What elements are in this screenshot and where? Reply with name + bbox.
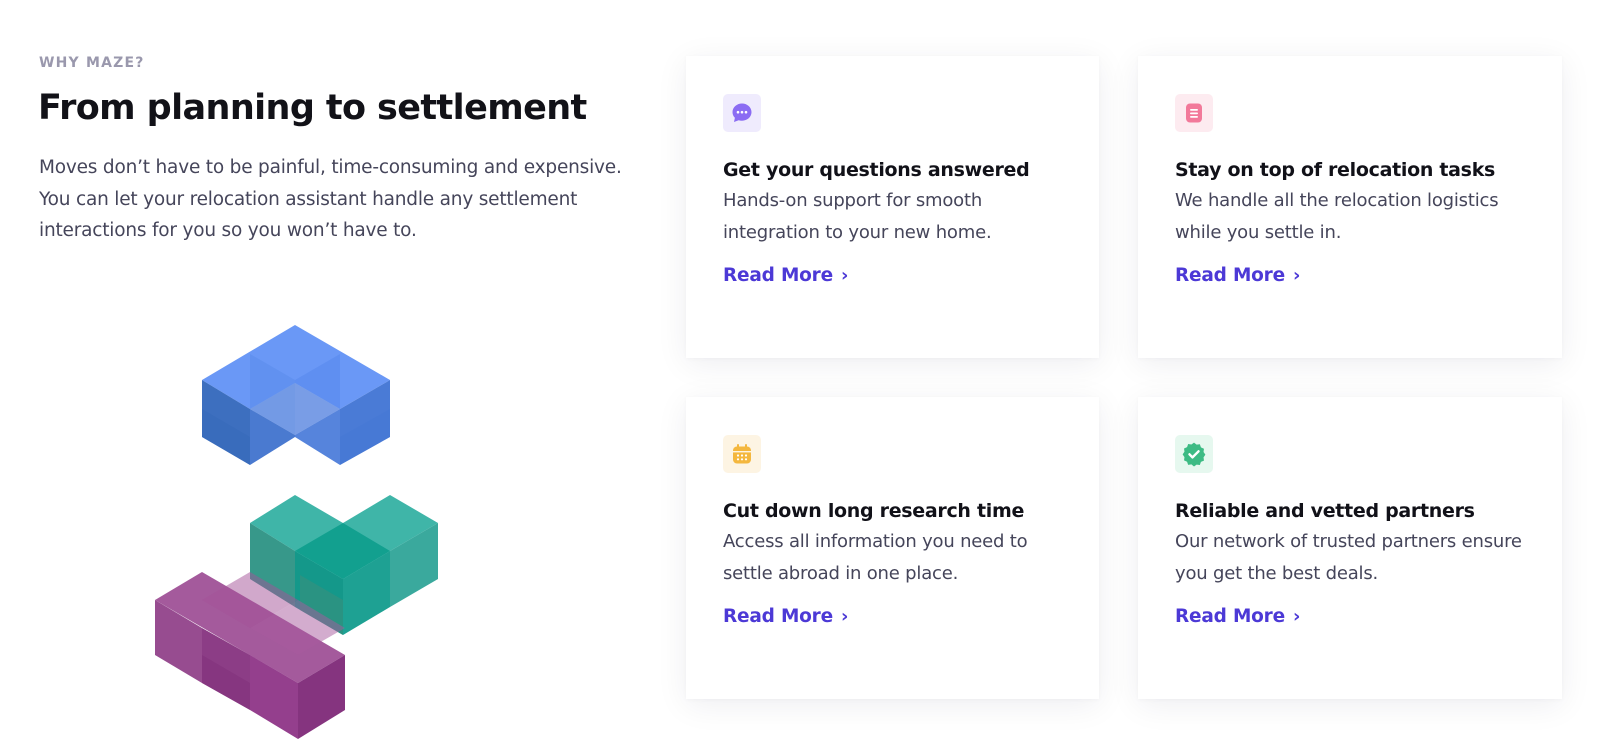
card-description: Access all information you need to settl… (723, 531, 1028, 584)
chevron-right-icon: › (1292, 264, 1301, 286)
icon-tile (723, 435, 761, 473)
feature-card-research: Cut down long research time Access all i… (686, 397, 1099, 699)
read-more-label: Read More (723, 606, 833, 627)
feature-card-partners: Reliable and vetted partners Our network… (1138, 397, 1562, 699)
calendar-icon (733, 444, 751, 464)
section-description: Moves don’t have to be painful, time-con… (39, 157, 622, 241)
read-more-link-tasks[interactable]: Read More › (1175, 265, 1300, 286)
read-more-link-research[interactable]: Read More › (723, 606, 848, 627)
read-more-link-questions[interactable]: Read More › (723, 265, 848, 286)
feature-card-tasks: Stay on top of relocation tasks We handl… (1138, 56, 1562, 358)
blocks-illustration (150, 325, 450, 744)
read-more-label: Read More (1175, 606, 1285, 627)
section-eyebrow: WHY MAZE? (39, 55, 145, 71)
card-title: Cut down long research time (723, 500, 1025, 522)
read-more-label: Read More (1175, 265, 1285, 286)
chat-bubble-icon (732, 103, 752, 122)
blue-block-shape (202, 325, 390, 465)
card-title: Stay on top of relocation tasks (1175, 159, 1496, 181)
card-description: We handle all the relocation logistics w… (1175, 190, 1499, 243)
chevron-right-icon: › (840, 605, 849, 627)
icon-tile (1175, 435, 1213, 473)
chevron-right-icon: › (840, 264, 849, 286)
why-maze-section: WHY MAZE? From planning to settlement Mo… (0, 0, 1600, 744)
card-description: Our network of trusted partners ensure y… (1175, 531, 1522, 584)
section-title: From planning to settlement (38, 88, 587, 128)
card-description: Hands-on support for smooth integration … (723, 190, 992, 243)
card-title: Reliable and vetted partners (1175, 500, 1475, 522)
chevron-right-icon: › (1292, 605, 1301, 627)
verified-badge-icon (1182, 442, 1206, 467)
document-icon (1186, 103, 1202, 123)
icon-tile (1175, 94, 1213, 132)
read-more-link-partners[interactable]: Read More › (1175, 606, 1300, 627)
isometric-blocks-image (155, 325, 438, 739)
read-more-label: Read More (723, 265, 833, 286)
icon-tile (723, 94, 761, 132)
card-title: Get your questions answered (723, 159, 1030, 181)
feature-card-questions: Get your questions answered Hands-on sup… (686, 56, 1099, 358)
